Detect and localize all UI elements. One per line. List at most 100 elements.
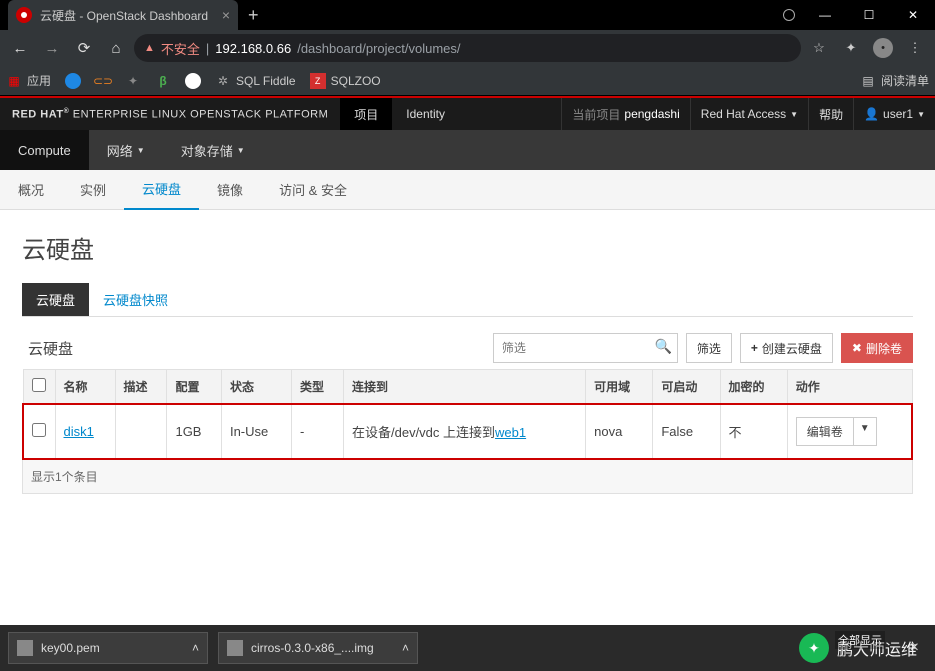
chevron-up-icon[interactable]: ˄ [192,641,199,655]
tab-access-security[interactable]: 访问 & 安全 [261,170,365,210]
browser-tab[interactable]: 云硬盘 - OpenStack Dashboard × [8,0,238,30]
filter-input[interactable] [493,333,678,363]
col-enc: 加密的 [720,370,787,405]
row-checkbox[interactable] [32,423,46,437]
wechat-icon: ✦ [799,633,829,663]
forward-button[interactable]: → [38,34,66,62]
subtab-volumes[interactable]: 云硬盘 [22,283,89,316]
cell-zone: nova [586,404,653,459]
create-volume-button[interactable]: +创建云硬盘 [740,333,833,363]
delete-volume-button[interactable]: ✖删除卷 [841,333,913,363]
window-maximize-button[interactable]: ☐ [847,0,891,30]
new-tab-button[interactable]: + [238,5,269,26]
search-icon[interactable]: 🔍 [654,338,671,355]
download-item[interactable]: cirros-0.3.0-x86_....img ˄ [218,632,418,664]
secondary-nav: Compute 网络 ▼ 对象存储 ▼ [0,130,935,170]
openstack-header: RED HAT® ENTERPRISE LINUX OPENSTACK PLAT… [0,98,935,130]
tab-volumes[interactable]: 云硬盘 [124,170,199,210]
reload-button[interactable]: ⟳ [70,34,98,62]
reading-list-button[interactable]: ▤阅读清单 [860,72,929,89]
apps-bookmark[interactable]: ▦应用 [6,72,51,89]
filter-input-wrap: 🔍 [493,333,678,363]
address-bar[interactable]: ▲ 不安全 | 192.168.0.66/dashboard/project/v… [134,34,801,62]
filter-button[interactable]: 筛选 [686,333,732,363]
extensions-icon[interactable]: ✦ [837,34,865,62]
close-tab-icon[interactable]: × [222,7,230,23]
col-boot: 可启动 [653,370,720,405]
url-path: /dashboard/project/volumes/ [297,41,460,56]
plus-icon: + [751,341,758,355]
page-title: 云硬盘 [22,230,913,265]
cell-attach: 在设备/dev/vdc 上连接到web1 [344,404,586,459]
file-icon [17,640,33,656]
watermark: 全部显示 ✦ 鹏大师运维 [799,633,917,663]
help-link[interactable]: 帮助 [808,98,853,130]
user-icon: 👤 [864,107,879,121]
cell-desc [115,404,167,459]
tab-title: 云硬盘 - OpenStack Dashboard [40,7,214,24]
window-minimize-button[interactable]: — [803,0,847,30]
nav-compute[interactable]: Compute [0,130,89,170]
sqlzoo-bookmark[interactable]: ZSQLZOO [310,73,381,89]
download-filename: key00.pem [41,641,100,655]
nav-project[interactable]: 项目 [340,98,392,130]
download-filename: cirros-0.3.0-x86_....img [251,641,374,655]
bookmark-item[interactable]: ⊂⊃ [95,73,111,89]
row-action-button[interactable]: 编辑卷 ▼ [796,417,877,446]
attach-instance-link[interactable]: web1 [495,425,526,440]
window-close-button[interactable]: ✕ [891,0,935,30]
col-type: 类型 [292,370,344,405]
tab-overview[interactable]: 概况 [0,170,62,210]
table-row: disk1 1GB In-Use - 在设备/dev/vdc 上连接到web1 … [23,404,912,459]
insecure-label: 不安全 [161,39,200,58]
select-all-checkbox[interactable] [32,378,46,392]
cell-boot: False [653,404,720,459]
bookmark-item[interactable] [65,73,81,89]
cell-enc: 不 [720,404,787,459]
window-titlebar: 云硬盘 - OpenStack Dashboard × + — ☐ ✕ [0,0,935,30]
insecure-warning-icon: ▲ [144,42,155,54]
page-content: 云硬盘 云硬盘 云硬盘快照 云硬盘 🔍 筛选 +创建云硬盘 ✖删除卷 名称 描述… [0,210,935,514]
chevron-up-icon[interactable]: ˄ [402,641,409,655]
browser-navbar: ← → ⟳ ⌂ ▲ 不安全 | 192.168.0.66/dashboard/p… [0,30,935,66]
nav-object-storage[interactable]: 对象存储 ▼ [163,130,263,170]
sqlfiddle-bookmark[interactable]: ✲SQL Fiddle [215,73,296,89]
col-status: 状态 [221,370,291,405]
col-desc: 描述 [115,370,167,405]
show-all-downloads[interactable]: 全部显示 [835,631,885,649]
profile-avatar[interactable]: • [869,34,897,62]
table-toolbar: 云硬盘 🔍 筛选 +创建云硬盘 ✖删除卷 [22,333,913,363]
bookmark-star-icon[interactable]: ☆ [805,34,833,62]
tab-instances[interactable]: 实例 [62,170,124,210]
current-project: 当前项目 pengdashi [561,98,689,130]
volumes-table: 名称 描述 配置 状态 类型 连接到 可用域 可启动 加密的 动作 disk1 … [22,369,913,460]
bookmark-item[interactable] [185,73,201,89]
bookmark-item[interactable]: ✦ [125,73,141,89]
user-menu[interactable]: 👤user1 ▼ [853,98,935,130]
col-name: 名称 [55,370,115,405]
back-button[interactable]: ← [6,34,34,62]
action-dropdown-toggle[interactable]: ▼ [853,418,876,445]
edit-volume-button[interactable]: 编辑卷 [797,418,853,445]
tab-images[interactable]: 镜像 [199,170,261,210]
download-bar: key00.pem ˄ cirros-0.3.0-x86_....img ˄ × [0,625,935,671]
col-size: 配置 [167,370,222,405]
col-attach: 连接到 [344,370,586,405]
redhat-access-menu[interactable]: Red Hat Access ▼ [690,98,808,130]
close-icon: ✖ [852,341,862,355]
bookmark-item[interactable]: β [155,73,171,89]
table-title: 云硬盘 [28,338,73,359]
account-indicator-icon[interactable] [783,9,795,21]
col-actions: 动作 [787,370,912,405]
url-host: 192.168.0.66 [215,41,291,56]
file-icon [227,640,243,656]
download-item[interactable]: key00.pem ˄ [8,632,208,664]
tertiary-nav: 概况 实例 云硬盘 镜像 访问 & 安全 [0,170,935,210]
nav-identity[interactable]: Identity [392,98,459,130]
subtab-snapshots[interactable]: 云硬盘快照 [89,283,182,316]
kebab-menu-icon[interactable]: ⋮ [901,34,929,62]
nav-network[interactable]: 网络 ▼ [89,130,163,170]
volume-name-link[interactable]: disk1 [64,424,94,439]
platform-logo: RED HAT® ENTERPRISE LINUX OPENSTACK PLAT… [0,108,340,121]
home-button[interactable]: ⌂ [102,34,130,62]
